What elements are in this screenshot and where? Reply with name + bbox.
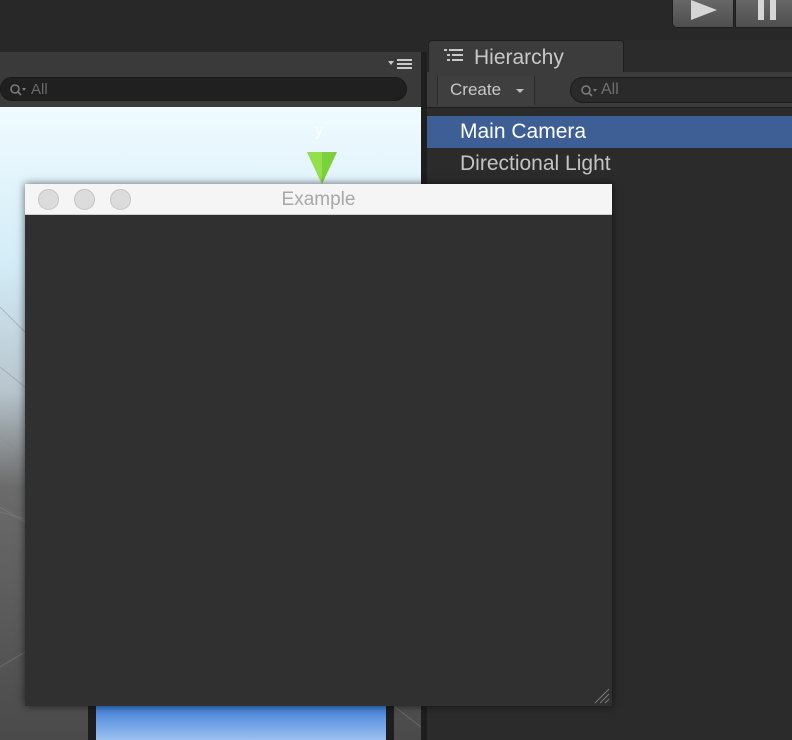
search-icon <box>10 84 26 96</box>
hierarchy-list-icon <box>444 49 463 61</box>
play-button[interactable] <box>672 0 734 28</box>
hierarchy-item-label: Directional Light <box>460 152 611 175</box>
search-icon <box>581 85 597 97</box>
hierarchy-item-directional-light[interactable]: Directional Light <box>427 148 792 180</box>
hierarchy-item-label: Main Camera <box>460 120 587 143</box>
hierarchy-search-input[interactable]: All <box>570 77 792 103</box>
hierarchy-list: Main Camera Directional Light <box>427 116 792 180</box>
scene-search-placeholder: All <box>31 81 48 98</box>
create-button-label: Create <box>450 80 502 99</box>
pause-icon <box>758 0 776 20</box>
chevron-down-icon <box>516 89 524 93</box>
hierarchy-tab-label: Hierarchy <box>474 46 564 69</box>
camera-preview-image <box>96 706 386 740</box>
gizmo-y-axis-icon[interactable] <box>306 150 338 186</box>
panel-menu-icon[interactable] <box>386 56 416 72</box>
camera-preview <box>88 704 394 740</box>
window-content <box>25 215 612 706</box>
gizmo-axis-label: y <box>315 122 323 139</box>
window-title: Example <box>281 189 356 210</box>
play-icon <box>691 0 717 20</box>
hierarchy-item-main-camera[interactable]: Main Camera <box>427 116 792 148</box>
scene-search-input[interactable]: All <box>0 77 407 101</box>
pause-button[interactable] <box>735 0 792 28</box>
example-window: Example <box>25 184 612 706</box>
main-toolbar <box>0 0 792 40</box>
hierarchy-search-placeholder: All <box>601 81 619 98</box>
window-titlebar[interactable]: Example <box>25 184 612 215</box>
resize-grip-icon[interactable] <box>592 686 610 704</box>
